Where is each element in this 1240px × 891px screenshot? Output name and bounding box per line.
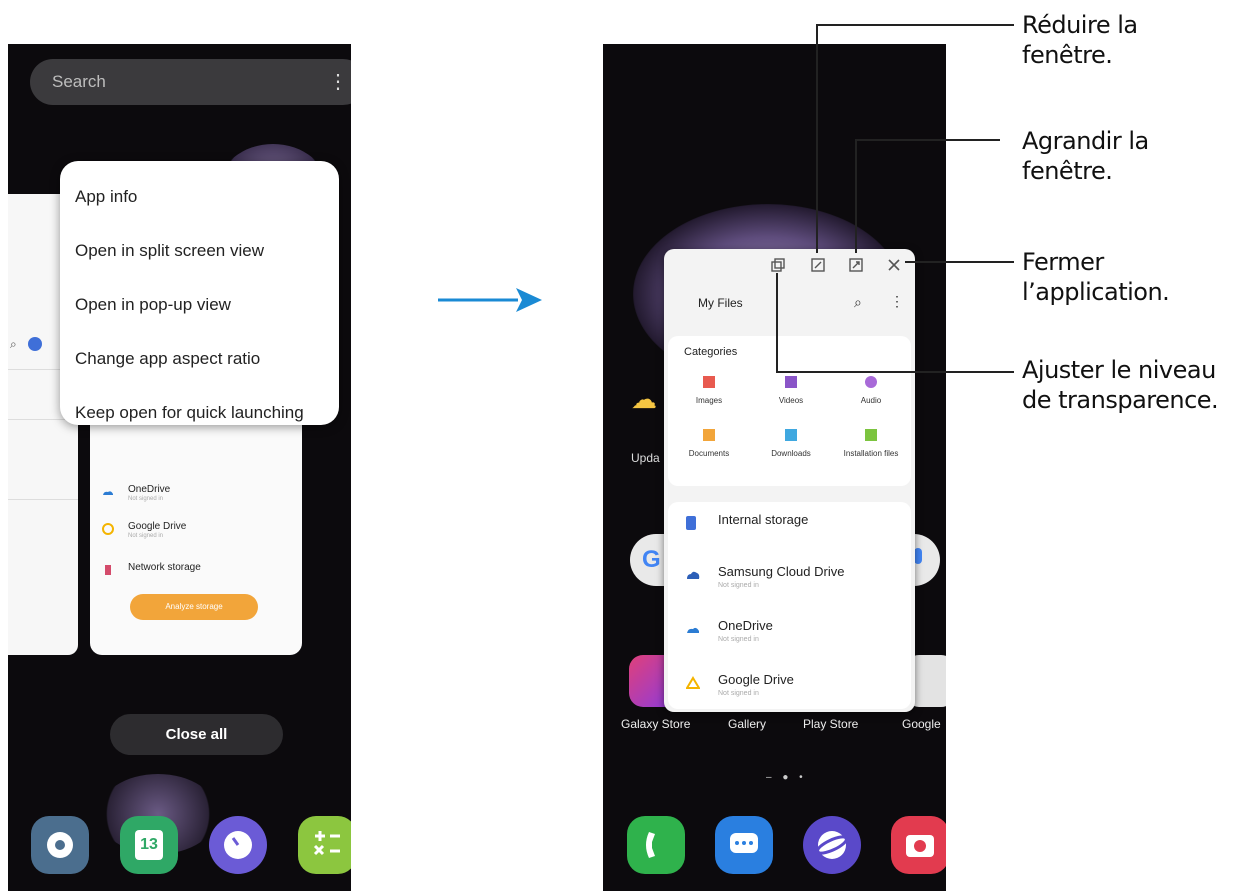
list-item-sub: Not signed in [718, 636, 759, 643]
calendar-day: 13 [140, 836, 158, 853]
app-label: Gallery [728, 717, 767, 731]
category-installation[interactable]: Installation files [830, 429, 912, 458]
callout-line: l’application. [1022, 278, 1170, 306]
callout-maximize: Agrandir la fenêtre. [1022, 126, 1149, 186]
list-item-label: OneDrive [718, 618, 773, 633]
category-label: Installation files [843, 449, 899, 458]
category-label: Images [695, 396, 723, 405]
calendar-icon[interactable]: 13 [120, 816, 178, 874]
apk-icon [865, 429, 877, 441]
callout-line: Agrandir la [1022, 127, 1149, 155]
popup-window: My Files ⌕ ⋮ Categories Images Videos Au… [664, 249, 915, 712]
callout-close: Fermer l’application. [1022, 247, 1170, 307]
clock-icon[interactable] [209, 816, 267, 874]
callout-minimize: Réduire la fenêtre. [1022, 10, 1138, 70]
categories-panel: Categories Images Videos Audio Documents… [668, 336, 911, 486]
categories-title: Categories [684, 346, 738, 358]
category-images[interactable]: Images [674, 376, 744, 405]
avatar [28, 337, 42, 351]
list-item-label: Samsung Cloud Drive [718, 564, 845, 579]
search-placeholder: Search [52, 72, 106, 91]
google-drive-icon [686, 676, 700, 689]
mic-icon [914, 548, 922, 564]
menu-item-app-info[interactable]: App info [75, 187, 137, 207]
list-item-label: OneDrive [128, 484, 171, 495]
callout-line: de transparence. [1022, 386, 1219, 414]
list-item-sub: Not signed in [718, 690, 759, 697]
close-icon[interactable] [886, 257, 902, 273]
category-label: Documents [688, 449, 730, 458]
category-label: Downloads [771, 449, 811, 458]
callout-transparency: Ajuster le niveau de transparence. [1022, 355, 1219, 415]
menu-item-aspect-ratio[interactable]: Change app aspect ratio [75, 349, 260, 369]
category-videos[interactable]: Videos [756, 376, 826, 405]
phone-icon[interactable] [627, 816, 685, 874]
images-icon [703, 376, 715, 388]
google-drive-icon [102, 523, 114, 535]
close-all-button[interactable]: Close all [110, 714, 283, 755]
maximize-icon[interactable] [848, 257, 864, 273]
audio-icon [865, 376, 877, 388]
weather-widget[interactable]: ☁ Upda [631, 384, 660, 465]
phone-storage-icon [686, 516, 696, 530]
network-storage-icon [105, 565, 111, 575]
menu-item-split-screen[interactable]: Open in split screen view [75, 241, 264, 261]
analyze-storage-button[interactable]: Analyze storage [130, 594, 258, 620]
internet-icon[interactable] [803, 816, 861, 874]
weather-label: Upda [631, 451, 660, 465]
minimize-icon[interactable] [810, 257, 826, 273]
arrow-icon [438, 288, 542, 312]
list-item-label: Internal storage [718, 512, 809, 527]
downloads-icon [785, 429, 797, 441]
videos-icon [785, 376, 797, 388]
transparency-icon[interactable] [770, 257, 786, 273]
storage-list: Internal storage Samsung Cloud Drive Not… [668, 502, 911, 709]
list-item-sub: Not signed in [128, 533, 164, 539]
callout-line: Fermer [1022, 248, 1104, 276]
more-vert-icon[interactable]: ⋮ [890, 293, 904, 310]
search-icon: ⌕ [10, 337, 17, 351]
category-documents[interactable]: Documents [674, 429, 744, 458]
callout-line: fenêtre. [1022, 157, 1113, 185]
callout-line: Réduire la [1022, 11, 1138, 39]
google-icon: G [642, 546, 661, 573]
list-item-sub: Not signed in [718, 582, 759, 589]
settings-icon[interactable] [31, 816, 89, 874]
list-item-sub: Not signed in [128, 496, 164, 502]
onedrive-icon [687, 627, 699, 633]
recents-screen: Search ⋮ ⌕ OneDrive Not signed in Google… [8, 44, 351, 891]
list-item-label: Google Drive [718, 672, 794, 687]
camera-icon[interactable] [891, 816, 946, 874]
callout-line: Ajuster le niveau [1022, 356, 1216, 384]
onedrive-icon [103, 491, 113, 495]
page-title: My Files [698, 296, 743, 310]
messages-icon[interactable] [715, 816, 773, 874]
calculator-icon[interactable] [298, 816, 351, 874]
menu-item-popup-view[interactable]: Open in pop-up view [75, 295, 231, 315]
category-downloads[interactable]: Downloads [756, 429, 826, 458]
category-audio[interactable]: Audio [836, 376, 906, 405]
page-indicator: – ● • [766, 772, 807, 783]
category-label: Videos [778, 396, 804, 405]
search-input[interactable]: Search ⋮ [30, 59, 351, 105]
weather-icon: ☁ [631, 384, 657, 414]
callout-line: fenêtre. [1022, 41, 1113, 69]
app-label: Galaxy Store [621, 717, 691, 731]
home-screen: ☁ Upda G Galaxy Store Gallery Play Store… [603, 44, 946, 891]
samsung-cloud-icon [687, 571, 700, 579]
list-item-label: Network storage [128, 562, 201, 573]
menu-item-keep-open[interactable]: Keep open for quick launching [75, 403, 304, 423]
analyze-storage-label: Analyze storage [165, 602, 223, 611]
close-all-label: Close all [165, 726, 228, 743]
documents-icon [703, 429, 715, 441]
app-context-menu: App info Open in split screen view Open … [60, 161, 339, 425]
app-label: Google [902, 717, 941, 731]
category-label: Audio [860, 396, 882, 405]
more-vert-icon[interactable]: ⋮ [328, 59, 348, 105]
app-label: Play Store [803, 717, 859, 731]
list-item-label: Google Drive [128, 521, 187, 532]
search-icon[interactable]: ⌕ [854, 294, 862, 311]
